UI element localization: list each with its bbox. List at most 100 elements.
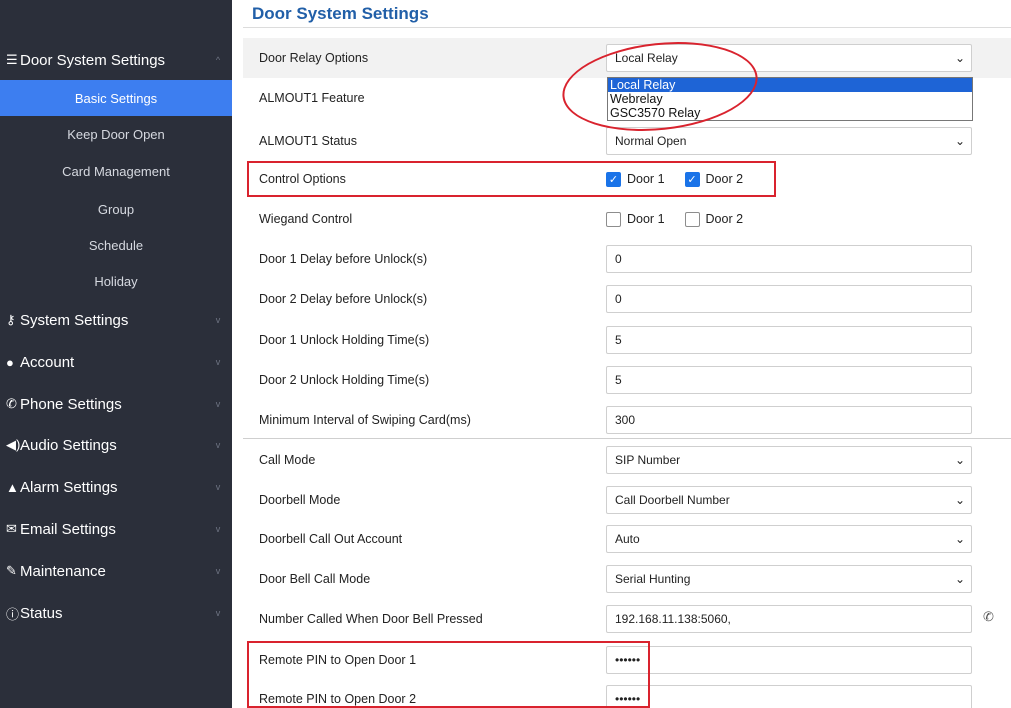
field-label: Door 2 Delay before Unlock(s) xyxy=(259,292,428,306)
almout1-status-select[interactable]: Normal Open ⌄ xyxy=(606,127,972,155)
field-label: ALMOUT1 Feature xyxy=(259,91,365,105)
remote-pin2-input[interactable]: •••••• xyxy=(606,685,972,708)
nav-system-settings[interactable]: ⚷ System Settings v xyxy=(0,300,232,340)
phone-icon: ✆ xyxy=(6,396,17,411)
field-label: Door 1 Unlock Holding Time(s) xyxy=(259,333,430,347)
annotation-box-remote-pin xyxy=(247,641,650,708)
checkbox-label: Door 2 xyxy=(705,212,744,226)
chevron-down-icon: ⌄ xyxy=(954,453,965,467)
chevron-down-icon: ⌄ xyxy=(954,51,965,65)
row-wiegand-control: Wiegand Control Door 1 Door 2 xyxy=(243,199,1011,239)
door1-holding-input[interactable]: 5 xyxy=(606,326,972,354)
envelope-icon: ✉ xyxy=(6,521,17,536)
door1-delay-input[interactable]: 0 xyxy=(606,245,972,273)
bell-icon: ▲ xyxy=(6,479,19,495)
chevron-down-icon: v xyxy=(215,399,221,409)
row-door1-delay: Door 1 Delay before Unlock(s) 0 xyxy=(243,239,1011,279)
door2-holding-input[interactable]: 5 xyxy=(606,366,972,394)
select-value: Call Doorbell Number xyxy=(615,493,730,507)
nav-label: Maintenance xyxy=(20,562,106,580)
nav-schedule[interactable]: Schedule xyxy=(0,227,232,263)
chevron-down-icon: v xyxy=(215,315,221,325)
row-doorbell-account: Doorbell Call Out Account Auto ⌄ xyxy=(243,519,1011,559)
chevron-down-icon: ⌄ xyxy=(954,532,965,546)
nav-audio-settings[interactable]: ◀) Audio Settings v xyxy=(0,425,232,465)
field-label: Minimum Interval of Swiping Card(ms) xyxy=(259,413,471,427)
nav-label: System Settings xyxy=(20,311,129,329)
field-label: Number Called When Door Bell Pressed xyxy=(259,612,483,626)
nav-alarm-settings[interactable]: ▲ Alarm Settings v xyxy=(0,467,232,507)
field-label: Doorbell Mode xyxy=(259,493,341,507)
divider xyxy=(243,27,1011,28)
nav-keep-door-open[interactable]: Keep Door Open xyxy=(0,116,232,152)
row-doorbell-mode: Doorbell Mode Call Doorbell Number ⌄ xyxy=(243,480,1011,520)
key-icon: ⚷ xyxy=(6,312,16,327)
field-label: Door Bell Call Mode xyxy=(259,572,371,586)
nav-status[interactable]: ⓘ Status v xyxy=(0,593,232,633)
nav-basic-settings[interactable]: Basic Settings xyxy=(0,80,232,116)
select-value: Serial Hunting xyxy=(615,572,691,586)
nav-group[interactable]: Group xyxy=(0,191,232,227)
nav-card-management[interactable]: Card Management xyxy=(0,153,232,189)
nav-email-settings[interactable]: ✉ Email Settings v xyxy=(0,509,232,549)
chevron-down-icon: v xyxy=(215,566,221,576)
doorbell-mode-select[interactable]: Call Doorbell Number ⌄ xyxy=(606,486,972,514)
field-label: Door Relay Options xyxy=(259,51,369,65)
checkbox-label: Door 1 xyxy=(627,212,665,226)
number-called-input[interactable]: 192.168.11.138:5060, xyxy=(606,605,972,633)
row-door2-holding: Door 2 Unlock Holding Time(s) 5 xyxy=(243,360,1011,400)
section-divider xyxy=(243,438,1011,439)
call-mode-select[interactable]: SIP Number ⌄ xyxy=(606,446,972,474)
chevron-down-icon: v xyxy=(215,440,221,450)
row-call-mode: Call Mode SIP Number ⌄ xyxy=(243,440,1011,480)
wrench-icon: ✎ xyxy=(6,563,17,578)
chevron-down-icon: v xyxy=(215,608,221,618)
row-door2-delay: Door 2 Delay before Unlock(s) 0 xyxy=(243,279,1011,319)
nav-label: Door System Settings xyxy=(20,51,166,69)
nav-label: Phone Settings xyxy=(20,395,122,413)
field-label: ALMOUT1 Status xyxy=(259,134,357,148)
row-door1-holding: Door 1 Unlock Holding Time(s) 5 xyxy=(243,320,1011,360)
chevron-down-icon: v xyxy=(215,524,221,534)
select-value: SIP Number xyxy=(615,453,681,467)
nav-label: Account xyxy=(20,353,75,371)
field-label: Call Mode xyxy=(259,453,316,467)
chevron-down-icon: ⌄ xyxy=(954,134,965,148)
wiegand-door1-checkbox[interactable] xyxy=(606,211,621,227)
nav-account[interactable]: ● Account v xyxy=(0,342,232,382)
field-label: Door 2 Unlock Holding Time(s) xyxy=(259,373,430,387)
nav-label: Audio Settings xyxy=(20,436,117,454)
row-min-interval: Minimum Interval of Swiping Card(ms) 300 xyxy=(243,400,1011,440)
phone-icon[interactable]: ✆ xyxy=(983,609,994,625)
select-value: Auto xyxy=(615,532,640,546)
nav-holiday[interactable]: Holiday xyxy=(0,263,232,299)
annotation-box-control-options xyxy=(247,161,776,197)
chevron-up-icon: ^ xyxy=(215,55,221,65)
select-value: Normal Open xyxy=(615,134,687,148)
chevron-down-icon: v xyxy=(215,357,221,367)
nav-label: Email Settings xyxy=(20,520,116,538)
sidebar: ☰ Door System Settings ^ Basic Settings … xyxy=(0,0,232,708)
app-root: ☰ Door System Settings ^ Basic Settings … xyxy=(0,0,1011,708)
nav-phone-settings[interactable]: ✆ Phone Settings v xyxy=(0,384,232,424)
list-icon: ☰ xyxy=(6,52,18,67)
user-icon: ● xyxy=(6,354,14,370)
row-doorbell-call-mode: Door Bell Call Mode Serial Hunting ⌄ xyxy=(243,559,1011,599)
field-label: Wiegand Control xyxy=(259,212,353,226)
page-title: Door System Settings xyxy=(252,4,429,23)
remote-pin1-input[interactable]: •••••• xyxy=(606,646,972,674)
field-label: Door 1 Delay before Unlock(s) xyxy=(259,252,428,266)
nav-door-system-settings[interactable]: ☰ Door System Settings ^ xyxy=(0,40,232,80)
doorbell-account-select[interactable]: Auto ⌄ xyxy=(606,525,972,553)
wiegand-door2-checkbox[interactable] xyxy=(684,211,700,227)
field-label: Doorbell Call Out Account xyxy=(259,532,403,546)
doorbell-call-mode-select[interactable]: Serial Hunting ⌄ xyxy=(606,565,972,593)
nav-label: Status xyxy=(20,604,63,622)
row-number-called: Number Called When Door Bell Pressed 192… xyxy=(243,599,1011,639)
door2-delay-input[interactable]: 0 xyxy=(606,285,972,313)
nav-maintenance[interactable]: ✎ Maintenance v xyxy=(0,551,232,591)
chevron-down-icon: ⌄ xyxy=(954,493,965,507)
min-interval-input[interactable]: 300 xyxy=(606,406,972,434)
wiegand-checkboxes: Door 1 Door 2 xyxy=(606,199,757,239)
info-icon: ⓘ xyxy=(6,606,20,622)
